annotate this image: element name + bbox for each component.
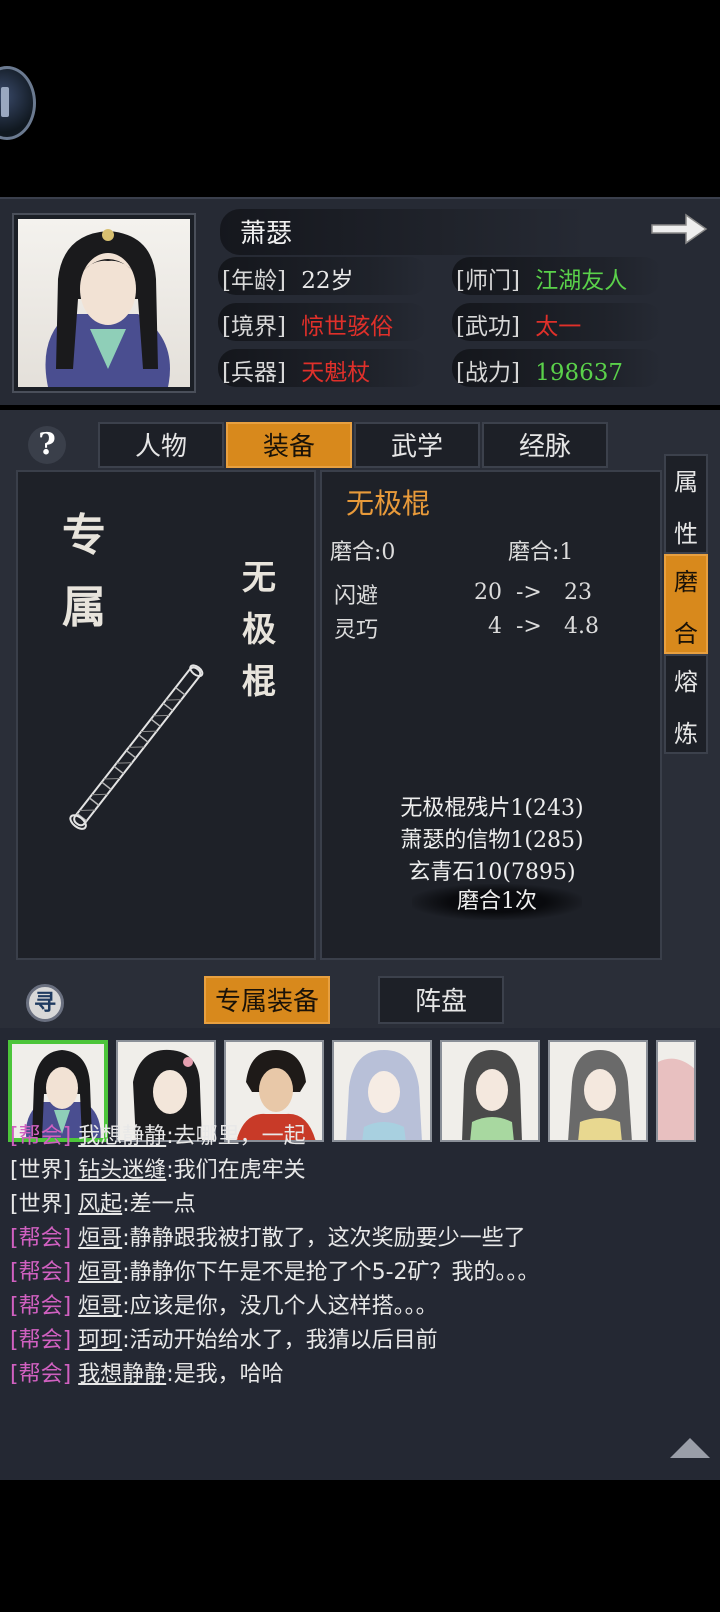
refine-current: 磨合:0 — [330, 540, 396, 565]
chat-channel: [帮会] — [10, 1362, 72, 1387]
weapon-name-vertical: 无极棍 — [242, 558, 276, 702]
side-tab-refine-char-2: 合 — [674, 620, 698, 648]
chat-channel: [帮会] — [10, 1124, 72, 1149]
material-item: 萧瑟的信物1(285) — [400, 828, 584, 853]
tab-exclusive-equipment[interactable]: 专属装备 — [204, 976, 330, 1024]
material-item: 玄青石10(7895) — [408, 860, 576, 885]
chat-channel: [帮会] — [10, 1328, 72, 1353]
chat-line: [帮会] 烜哥:静静你下午是不是抢了个5-2矿？我的。。。 — [10, 1256, 710, 1290]
side-tab-attributes-char-2: 性 — [674, 520, 698, 548]
chat-line: [世界] 钻头迷缝:我们在虎牢关 — [10, 1154, 710, 1188]
martial-value: 太一 — [535, 314, 582, 340]
chat-message: :差一点 — [122, 1192, 196, 1217]
weapon-value: 天魁杖 — [301, 360, 371, 386]
tab-equipment[interactable]: 装备 — [226, 422, 352, 468]
chat-speaker[interactable]: 我想静静 — [78, 1362, 166, 1387]
stat-arrow: -> — [516, 614, 542, 639]
chat-line: [世界] 风起:差一点 — [10, 1188, 710, 1222]
chat-expand-icon[interactable] — [670, 1438, 710, 1458]
chat-message: :是我，哈哈 — [166, 1362, 284, 1387]
side-tab-smelt-char-2: 炼 — [674, 720, 698, 748]
tab-character[interactable]: 人物 — [98, 422, 224, 468]
sect-label: [师门] — [456, 268, 520, 294]
character-portrait-frame — [12, 213, 196, 393]
age-label: [年龄] — [222, 268, 286, 294]
equipment-panel: ? 人物 装备 武学 经脉 专属 无极棍 无极棍 磨合:0 磨合:1 闪避 20… — [0, 410, 720, 1028]
chat-line: [帮会] 我想静静:是我，哈哈 — [10, 1358, 710, 1392]
exclusive-label: 专属 — [62, 510, 106, 633]
character-portrait — [18, 219, 190, 387]
chat-message: :静静跟我被打散了，这次奖励要少一些了 — [122, 1226, 526, 1251]
tab-formation[interactable]: 阵盘 — [378, 976, 504, 1024]
tab-martial-arts[interactable]: 武学 — [354, 422, 480, 468]
tab-meridians[interactable]: 经脉 — [482, 422, 608, 468]
chat-speaker[interactable]: 烜哥 — [78, 1226, 122, 1251]
side-tab-attributes-char-1: 属 — [674, 468, 698, 496]
item-title: 无极棍 — [346, 487, 431, 520]
stat-to: 4.8 — [564, 614, 599, 639]
seek-icon[interactable]: 寻 — [26, 984, 64, 1022]
refine-next: 磨合:1 — [508, 540, 574, 565]
chat-message: :应该是你，没几个人这样搭。。。 — [122, 1294, 438, 1319]
chat-channel: [世界] — [10, 1192, 72, 1217]
stat-to: 23 — [564, 580, 592, 605]
chat-channel: [帮会] — [10, 1294, 72, 1319]
chat-line: [帮会] 珂珂:活动开始给水了，我猜以后目前 — [10, 1324, 710, 1358]
chat-line: [帮会] 烜哥:静静跟我被打散了，这次奖励要少一些了 — [10, 1222, 710, 1256]
character-panel: 萧瑟 [年龄] 22岁 [师门] 江湖友人 [境界] 惊世骇俗 [武功] 太一 … — [0, 197, 720, 405]
chat-message: :活动开始给水了，我猜以后目前 — [122, 1328, 438, 1353]
stat-from: 20 — [474, 580, 502, 605]
weapon-row: [兵器] 天魁杖 — [222, 353, 370, 387]
chat-speaker[interactable]: 珂珂 — [78, 1328, 122, 1353]
side-tab-attributes[interactable]: 属 性 — [664, 454, 708, 554]
power-value: 198637 — [535, 360, 624, 386]
menu-corner-button[interactable] — [0, 66, 36, 140]
chat-log: [帮会] 我想静静:去哪里，一起 [世界] 钻头迷缝:我们在虎牢关 [世界] 风… — [10, 1124, 710, 1392]
chat-channel: [帮会] — [10, 1226, 72, 1251]
martial-label: [武功] — [456, 314, 520, 340]
refine-once-button[interactable]: 磨合1次 — [412, 884, 582, 920]
chat-speaker[interactable]: 风起 — [78, 1192, 122, 1217]
age-row: [年龄] 22岁 — [222, 261, 354, 295]
power-label: [战力] — [456, 360, 520, 386]
chat-speaker[interactable]: 我想静静 — [78, 1124, 166, 1149]
chat-speaker[interactable]: 烜哥 — [78, 1260, 122, 1285]
help-icon[interactable]: ? — [28, 426, 66, 464]
weapon-label: [兵器] — [222, 360, 286, 386]
character-name: 萧瑟 — [240, 219, 293, 249]
stat-from: 4 — [488, 614, 502, 639]
sect-row: [师门] 江湖友人 — [456, 261, 627, 295]
staff-weapon-icon — [69, 664, 204, 830]
power-row: [战力] 198637 — [456, 353, 623, 387]
side-tab-refine[interactable]: 磨 合 — [664, 554, 708, 654]
realm-row: [境界] 惊世骇俗 — [222, 307, 393, 341]
exclusive-weapon-display: 专属 无极棍 — [16, 470, 316, 960]
chat-channel: [世界] — [10, 1158, 72, 1183]
chat-message: :去哪里，一起 — [166, 1124, 306, 1149]
side-tab-refine-char-1: 磨 — [674, 568, 698, 596]
chat-message: :静静你下午是不是抢了个5-2矿？我的。。。 — [122, 1260, 540, 1285]
stat-arrow: -> — [516, 580, 542, 605]
chat-speaker[interactable]: 钻头迷缝 — [78, 1158, 166, 1183]
next-arrow-icon[interactable] — [648, 211, 708, 247]
side-tab-smelt[interactable]: 熔 炼 — [664, 654, 708, 754]
chat-speaker[interactable]: 烜哥 — [78, 1294, 122, 1319]
age-value: 22岁 — [301, 268, 354, 294]
material-item: 无极棍残片1(243) — [400, 796, 584, 821]
chat-message: :我们在虎牢关 — [166, 1158, 306, 1183]
chat-line: [帮会] 烜哥:应该是你，没几个人这样搭。。。 — [10, 1290, 710, 1324]
side-tab-smelt-char-1: 熔 — [674, 668, 698, 696]
chat-line: [帮会] 我想静静:去哪里，一起 — [10, 1120, 710, 1154]
refine-detail-box: 无极棍 磨合:0 磨合:1 闪避 20 -> 23 灵巧 4 -> 4.8 无极… — [320, 470, 662, 960]
chat-channel: [帮会] — [10, 1260, 72, 1285]
stat-name: 闪避 — [334, 584, 379, 609]
stat-name: 灵巧 — [334, 618, 379, 643]
martial-row: [武功] 太一 — [456, 307, 581, 341]
sect-value: 江湖友人 — [535, 268, 628, 294]
realm-label: [境界] — [222, 314, 286, 340]
realm-value: 惊世骇俗 — [301, 314, 394, 340]
